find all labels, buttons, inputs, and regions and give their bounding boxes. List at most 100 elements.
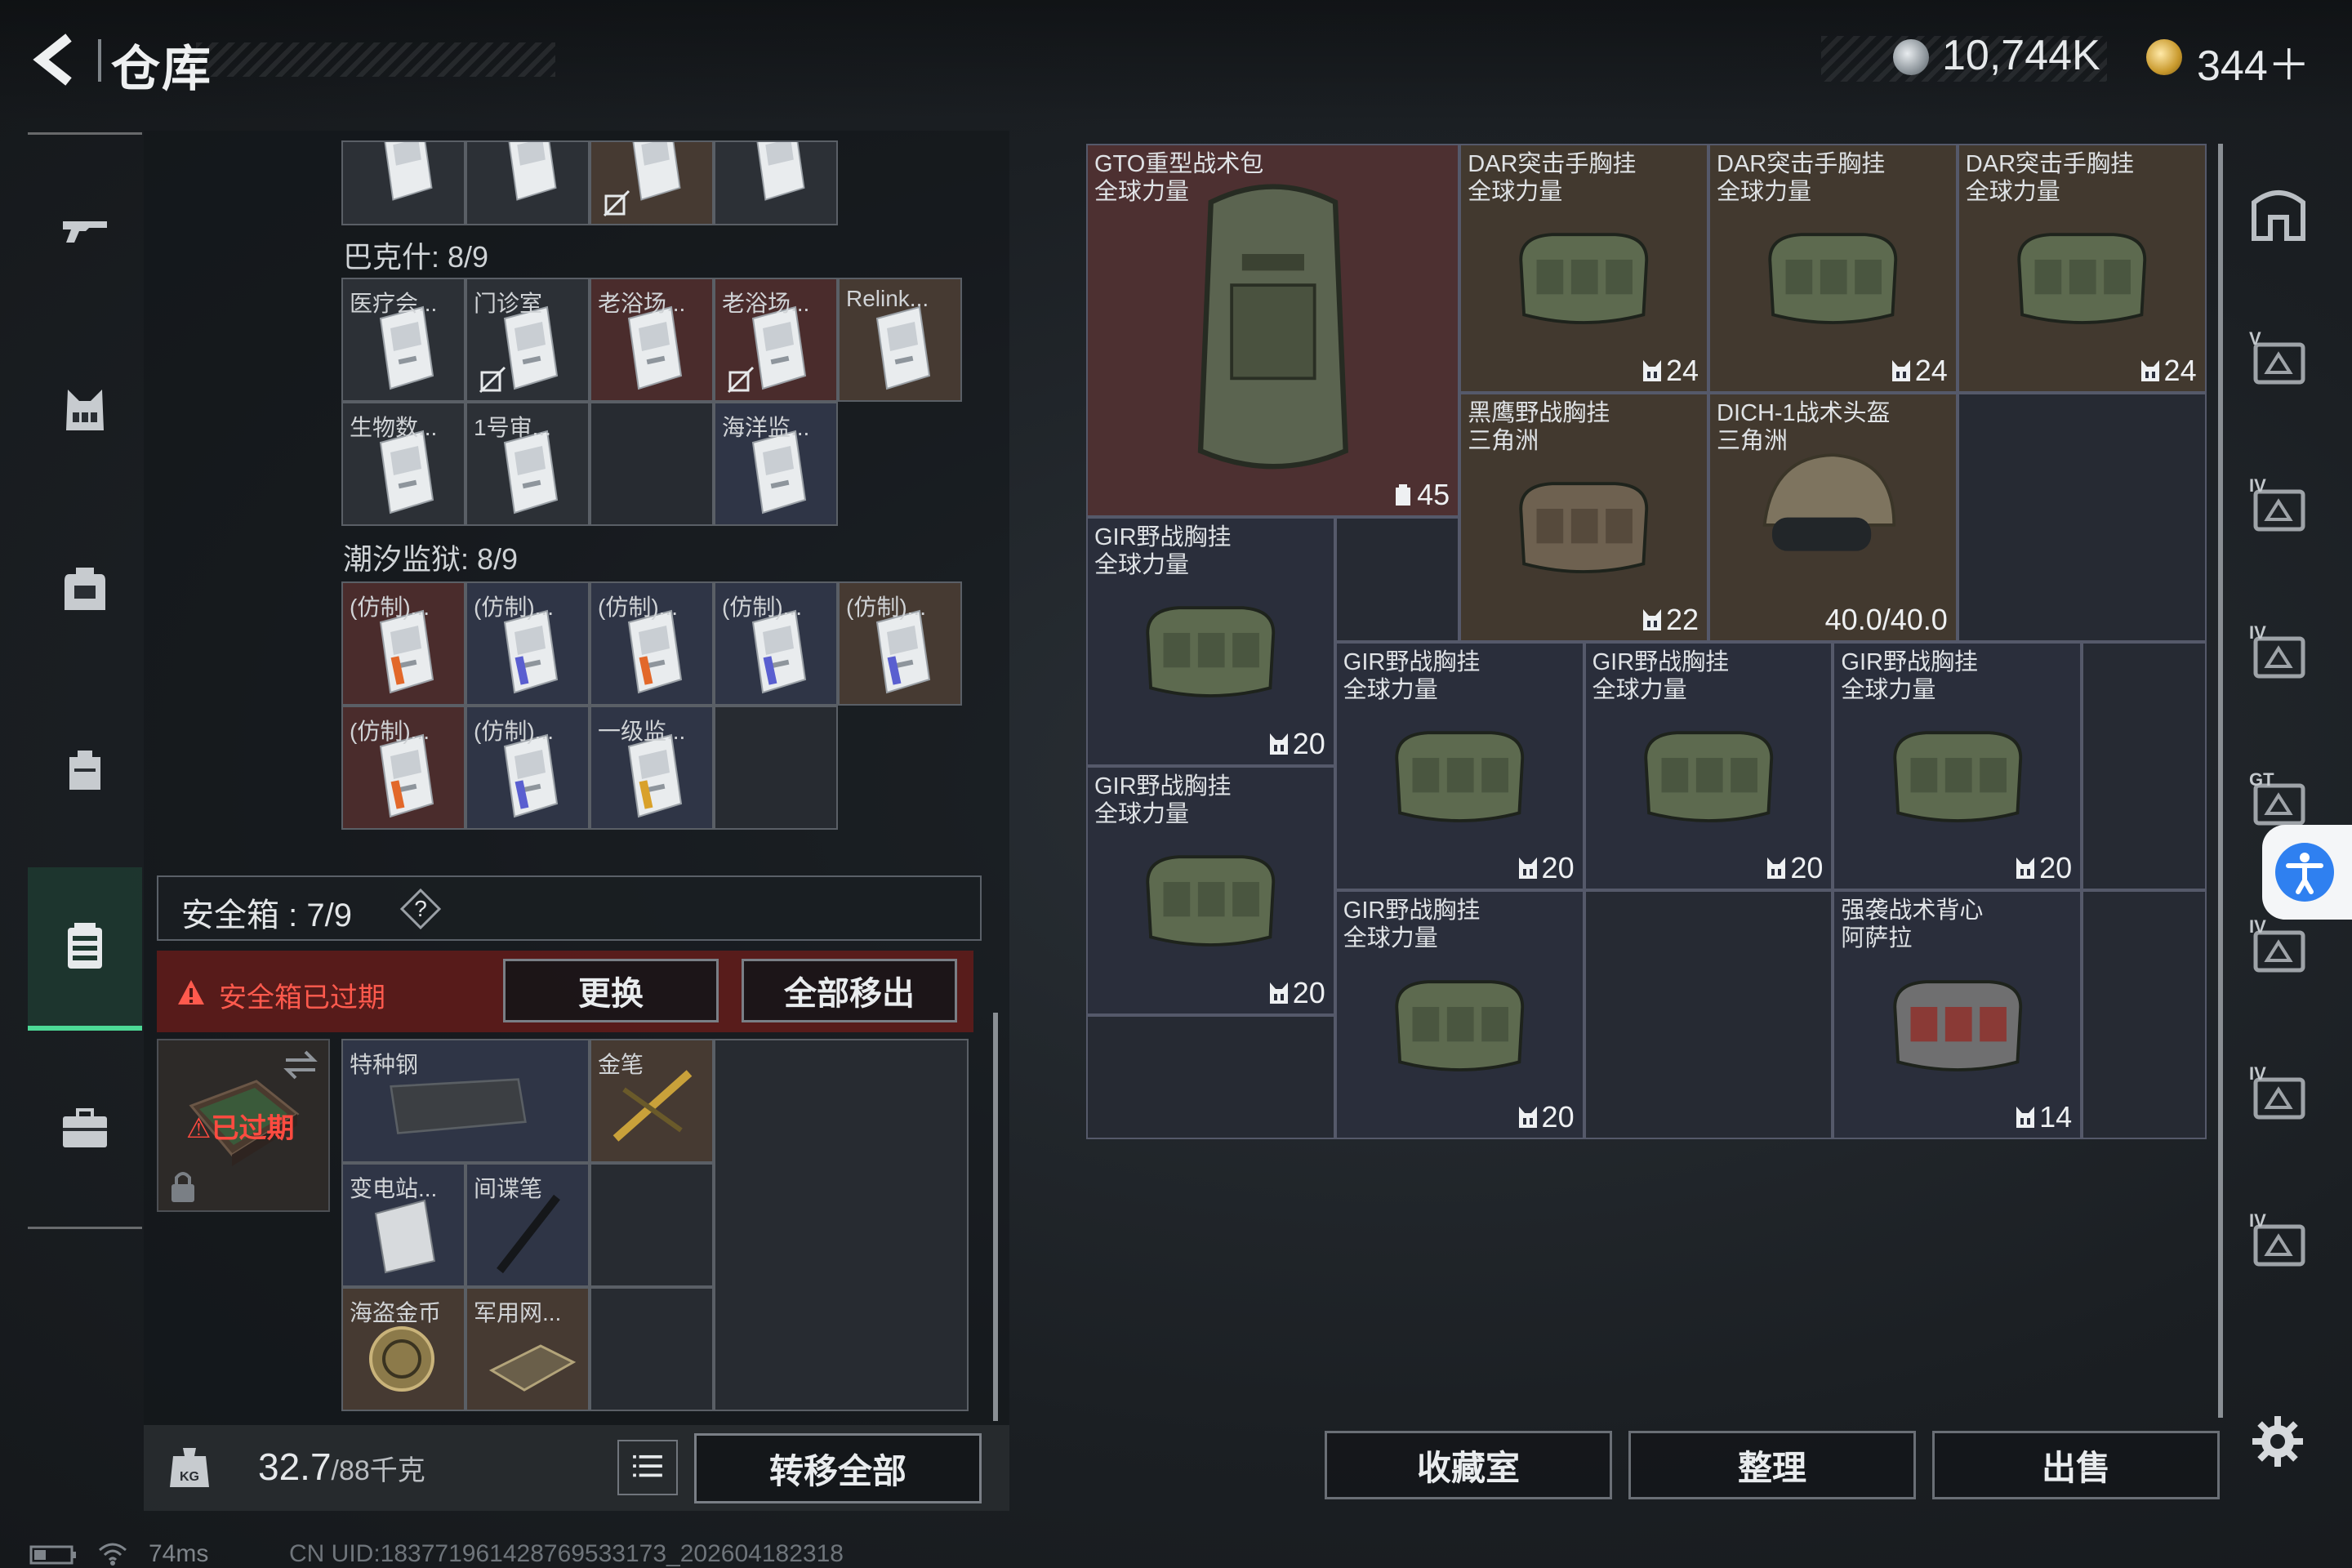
key-slot[interactable]: 门诊室 <box>466 278 590 402</box>
remove-all-button[interactable]: 全部移出 <box>742 959 957 1022</box>
stash-item[interactable]: 黑鹰野战胸挂 三角洲 22 <box>1459 392 1708 642</box>
safe-box-item[interactable]: 海盗金币 <box>341 1287 466 1411</box>
item-name: DAR突击手胸挂 <box>1717 151 1886 177</box>
stash-page-button[interactable]: IV <box>2230 457 2328 555</box>
safe-box-item[interactable]: 间谍笔 <box>466 1163 590 1287</box>
safe-box-item[interactable]: 变电站... <box>341 1163 466 1287</box>
durability-readout: 20 <box>1517 1100 1575 1134</box>
key-slot[interactable]: 医疗会... <box>341 278 466 402</box>
key-slot[interactable]: (仿制)... <box>590 581 714 706</box>
stash-item[interactable]: GIR野战胸挂 全球力量 20 <box>1334 890 1584 1140</box>
wifi-icon <box>99 1543 127 1566</box>
key-slot[interactable]: (仿制)... <box>714 581 838 706</box>
empty-slot[interactable] <box>714 1039 969 1411</box>
empty-slot[interactable] <box>590 1287 714 1411</box>
help-icon-glyph: ? <box>414 896 427 921</box>
swap-icon[interactable] <box>281 1049 320 1081</box>
key-slot[interactable] <box>341 140 466 225</box>
stash-item[interactable]: 强袭战术背心 阿萨拉 14 <box>1833 890 2082 1140</box>
stash-item[interactable]: GIR野战胸挂 全球力量 20 <box>1086 766 1335 1015</box>
safe-box-item[interactable]: 军用网... <box>466 1287 590 1411</box>
key-slot[interactable] <box>590 140 714 225</box>
key-slot[interactable]: (仿制)... <box>341 581 466 706</box>
stash-scrollbar[interactable] <box>2218 144 2223 1418</box>
item-name: GIR野战胸挂 <box>1094 773 1232 800</box>
item-name: GTO重型战术包 <box>1094 151 1264 177</box>
safe-box-case[interactable]: ⚠已过期 <box>157 1039 330 1212</box>
item-name: GIR野战胸挂 <box>1841 648 1978 675</box>
nav-backpack[interactable] <box>28 508 142 671</box>
stash-item[interactable]: GIR野战胸挂 全球力量 20 <box>1086 517 1335 766</box>
chest-rig-art <box>1395 731 1525 822</box>
empty-slot[interactable] <box>714 706 838 830</box>
empty-slot[interactable] <box>590 1163 714 1287</box>
key-slot[interactable]: (仿制)... <box>341 706 466 830</box>
collection-room-button[interactable]: 收藏室 <box>1325 1431 1612 1499</box>
sell-button[interactable]: 出售 <box>1932 1431 2220 1499</box>
key-slot[interactable]: 海洋监... <box>714 402 838 526</box>
item-label: 间谍笔 <box>474 1176 543 1201</box>
key-slot[interactable]: (仿制)... <box>466 706 590 830</box>
stash-item-name: GTO重型战术包 全球力量 <box>1094 150 1263 206</box>
stash-item[interactable]: GTO重型战术包 全球力量 45 <box>1086 144 1460 518</box>
briefcase-icon <box>63 1108 107 1147</box>
empty-stash-slot[interactable] <box>1584 890 1833 1140</box>
item-faction: 三角洲 <box>1717 427 1788 454</box>
empty-stash-slot[interactable] <box>2082 641 2207 891</box>
container-scrollbar[interactable] <box>993 1013 998 1421</box>
accessibility-button[interactable] <box>2262 825 2352 920</box>
nav-bag[interactable] <box>28 688 142 851</box>
empty-stash-slot[interactable] <box>1086 1014 1335 1140</box>
nav-weapons[interactable] <box>28 149 142 312</box>
key-slot[interactable] <box>466 140 590 225</box>
durability-value: 20 <box>1292 726 1325 760</box>
gold-currency-value[interactable]: 344＋ <box>2197 31 2310 92</box>
key-slot[interactable]: (仿制)... <box>838 581 962 706</box>
key-slot[interactable]: 一级监... <box>590 706 714 830</box>
stash-page-button[interactable]: IV <box>2230 604 2328 702</box>
stash-page-button[interactable]: IV <box>2230 1192 2328 1290</box>
stash-item[interactable]: DAR突击手胸挂 全球力量 24 <box>1708 144 1958 393</box>
stash-item[interactable]: GIR野战胸挂 全球力量 20 <box>1833 641 2082 891</box>
safe-box-item[interactable]: 金笔 <box>590 1039 714 1163</box>
key-slot[interactable]: 1号审... <box>466 402 590 526</box>
stash-item[interactable]: DAR突击手胸挂 全球力量 24 <box>1957 144 2207 393</box>
backpack-icon <box>65 568 105 610</box>
gear-icon[interactable] <box>2249 1413 2306 1470</box>
keycard-icon <box>875 305 931 390</box>
key-slot[interactable]: Relink... <box>838 278 962 402</box>
vest-small-icon <box>1518 1107 1537 1129</box>
help-icon[interactable]: ? <box>400 889 441 929</box>
nav-safe-case[interactable] <box>28 867 142 1031</box>
key-slot[interactable]: 生物数... <box>341 402 466 526</box>
stash-item[interactable]: DAR突击手胸挂 全球力量 24 <box>1459 144 1708 393</box>
back-arrow-icon[interactable] <box>26 31 83 88</box>
list-view-button[interactable] <box>617 1440 678 1495</box>
item-label: 生物数... <box>350 415 438 440</box>
nav-chest-rig[interactable] <box>28 328 142 492</box>
durability-value: 24 <box>1914 353 1948 387</box>
stash-item[interactable]: GIR野战胸挂 全球力量 20 <box>1584 641 1833 891</box>
key-slot[interactable] <box>714 140 838 225</box>
key-slot[interactable]: 老浴场... <box>714 278 838 402</box>
nav-briefcase[interactable] <box>28 1047 142 1210</box>
key-slot[interactable]: (仿制)... <box>466 581 590 706</box>
organize-button[interactable]: 整理 <box>1628 1431 1916 1499</box>
list-icon <box>633 1454 662 1477</box>
key-slot[interactable]: 老浴场... <box>590 278 714 402</box>
stash-item[interactable]: DICH-1战术头盔 三角洲 40.0/40.0 <box>1708 392 1958 642</box>
stash-home-button[interactable] <box>2230 163 2328 261</box>
stash-item[interactable]: GIR野战胸挂 全球力量 20 <box>1334 641 1584 891</box>
safe-box-item[interactable]: 特种钢 <box>341 1039 590 1163</box>
replace-button[interactable]: 更换 <box>503 959 719 1022</box>
durability-readout: 22 <box>1642 603 1699 637</box>
stash-page-button[interactable]: IV <box>2230 1045 2328 1143</box>
empty-slot[interactable] <box>590 402 714 526</box>
no-sell-icon <box>603 189 630 217</box>
empty-stash-slot[interactable] <box>1957 392 2207 642</box>
empty-stash-slot[interactable] <box>2082 890 2207 1140</box>
title-stripe-decoration <box>196 42 555 77</box>
stash-page-button[interactable]: V <box>2230 310 2328 408</box>
empty-stash-slot[interactable] <box>1334 517 1460 642</box>
transfer-all-button[interactable]: 转移全部 <box>694 1433 982 1503</box>
